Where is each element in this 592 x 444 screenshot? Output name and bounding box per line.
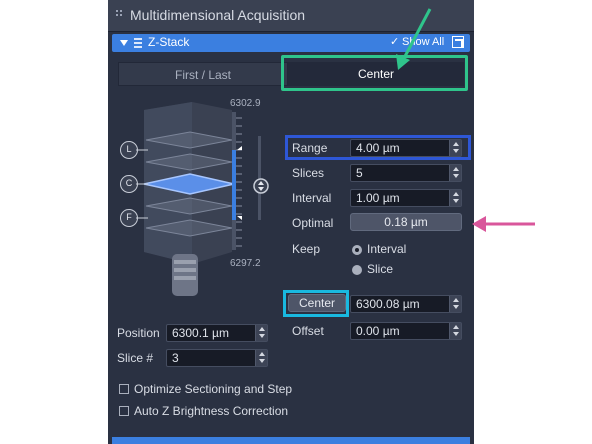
green-arrow-head (396, 54, 410, 70)
pink-arrow-head (472, 216, 486, 232)
annotation-arrows (396, 8, 535, 232)
green-arrow-shaft (400, 8, 432, 63)
